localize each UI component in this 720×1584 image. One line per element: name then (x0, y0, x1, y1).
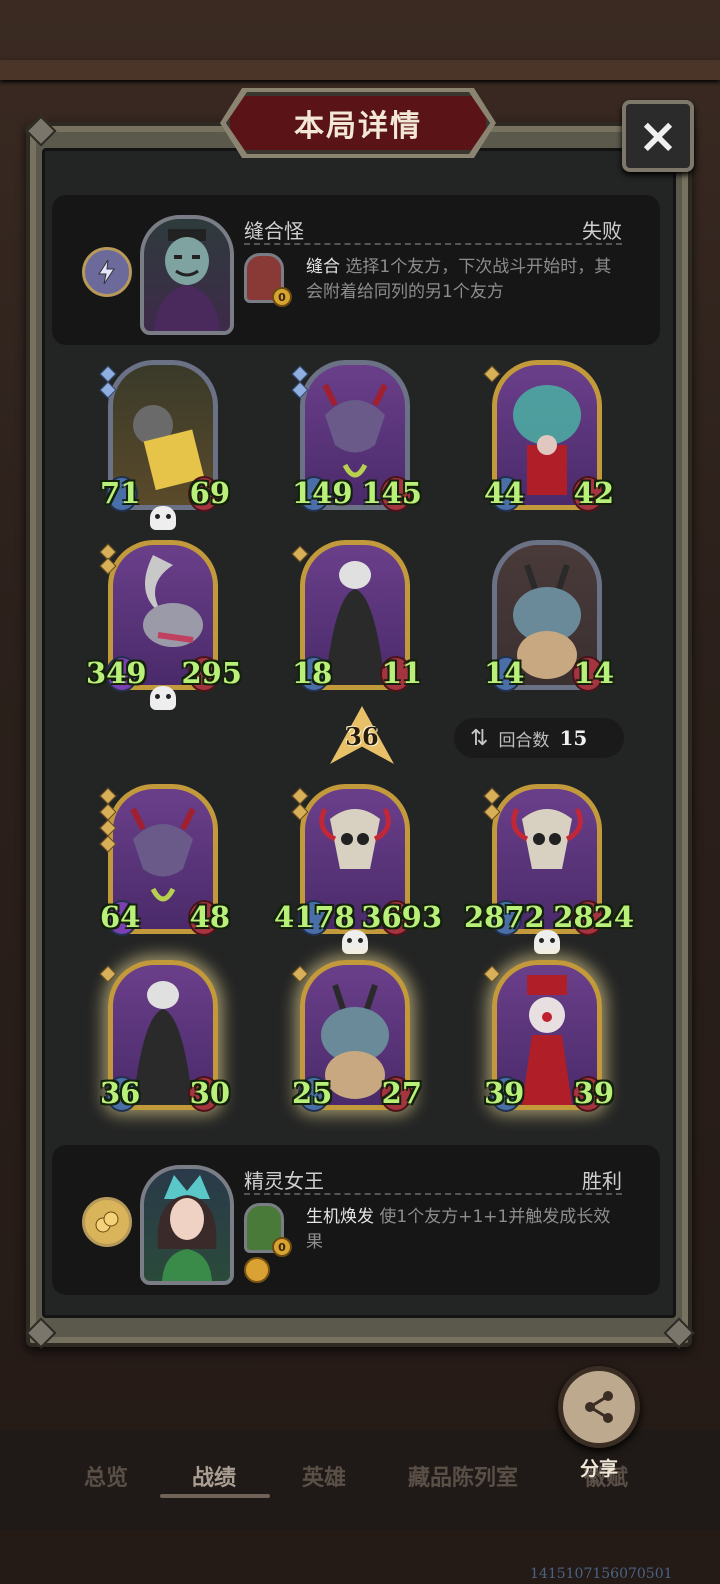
skill-name: 缝合 (306, 257, 340, 277)
card-attack: 36 (100, 1076, 141, 1110)
enemy-card[interactable]: 71 69 (99, 360, 230, 530)
card-health: 2824 (553, 900, 634, 934)
card-attack: 64 (100, 900, 141, 934)
skill-description: 生机焕发 使1个友方+1+1并触发成长效果 (306, 1205, 622, 1255)
player-hero-portrait[interactable] (140, 1165, 234, 1285)
divider (244, 1193, 622, 1195)
skull-icon (342, 930, 368, 954)
opponent-panel: 缝合怪 失败 0 缝合 选择1个友方，下次战斗开始时，其会附着给同列的另1个友方 (52, 195, 660, 345)
ally-card[interactable]: 4178 3693 (274, 784, 442, 954)
skill-cost-coin: 0 (272, 1237, 292, 1257)
refresh-icon: ⇅ (470, 725, 489, 751)
close-button[interactable]: × (622, 100, 694, 172)
enemy-card[interactable]: 18 11 (291, 540, 422, 696)
card-health: 48 (189, 900, 230, 934)
enemy-card[interactable]: 44 42 (483, 360, 614, 516)
enemy-card[interactable]: 149 145 (291, 360, 422, 516)
rank-badge-icon (82, 247, 132, 297)
skull-icon (150, 686, 176, 710)
player-name: 精灵女王 (244, 1169, 324, 1193)
card-health: 27 (381, 1076, 422, 1110)
nav-overview[interactable]: 总览 (84, 1460, 128, 1492)
turn-value: 15 (559, 726, 588, 750)
enemy-card[interactable]: 14 14 (484, 540, 614, 696)
card-health: 3693 (361, 900, 442, 934)
page-title: 本局详情 (294, 109, 422, 144)
card-health: 69 (189, 476, 230, 510)
footer-id: 1415107156070501 (530, 1566, 673, 1582)
card-health: 295 (181, 656, 242, 690)
card-attack: 18 (292, 656, 333, 690)
card-health: 42 (573, 476, 614, 510)
turn-label: 回合数 (498, 730, 550, 751)
skill-description: 缝合 选择1个友方，下次战斗开始时，其会附着给同列的另1个友方 (306, 255, 622, 305)
rank-badge-icon (82, 1197, 132, 1247)
card-health: 145 (361, 476, 422, 510)
card-attack: 14 (484, 656, 525, 690)
share-label: 分享 (579, 1458, 618, 1480)
nav-collection[interactable]: 藏品陈列室 (408, 1460, 518, 1492)
card-health: 39 (573, 1076, 614, 1110)
skill-name: 生机焕发 (306, 1207, 374, 1227)
skill-cost-coin: 0 (272, 287, 292, 307)
share-icon (585, 1391, 613, 1423)
card-attack: 2872 (464, 900, 545, 934)
trinket-icon[interactable] (244, 1257, 270, 1283)
nav-active-indicator (160, 1494, 270, 1498)
card-attack: 44 (484, 476, 525, 510)
tavern-level: 36 (345, 722, 379, 751)
close-icon: × (637, 108, 679, 164)
card-attack: 349 (86, 656, 147, 690)
skull-icon (534, 930, 560, 954)
ally-card[interactable]: 64 48 (99, 784, 230, 940)
nav-heroes[interactable]: 英雄 (302, 1460, 346, 1492)
card-health: 30 (189, 1076, 230, 1110)
ally-card[interactable]: 2872 2824 (464, 784, 634, 954)
card-attack: 71 (100, 476, 141, 510)
lightning-icon (98, 259, 115, 285)
coins-icon (95, 1211, 119, 1233)
opponent-result: 失败 (582, 219, 622, 243)
opponent-hero-portrait[interactable] (140, 215, 234, 335)
card-attack: 4178 (274, 900, 355, 934)
card-attack: 25 (292, 1076, 333, 1110)
divider (244, 243, 622, 245)
ally-card[interactable]: 25 27 (291, 960, 422, 1116)
card-health: 14 (573, 656, 614, 690)
turn-counter: ⇅ 回合数 15 (454, 718, 624, 758)
card-attack: 149 (292, 476, 353, 510)
card-health: 11 (381, 656, 422, 690)
player-panel: 精灵女王 胜利 0 生机焕发 使1个友方+1+1并触发成长效果 (52, 1145, 660, 1295)
opponent-name: 缝合怪 (244, 219, 304, 243)
share-button[interactable] (558, 1366, 640, 1448)
card-attack: 39 (484, 1076, 525, 1110)
skill-text: 选择1个友方，下次战斗开始时，其会附着给同列的另1个友方 (306, 257, 612, 302)
title-plate: 本局详情 (226, 92, 490, 154)
nav-record[interactable]: 战绩 (192, 1460, 236, 1492)
ally-card[interactable]: 39 39 (483, 960, 614, 1116)
ally-card[interactable]: 36 30 (99, 960, 230, 1116)
enemy-card[interactable]: 349 295 (86, 540, 242, 710)
player-result: 胜利 (582, 1169, 622, 1193)
skull-icon (150, 506, 176, 530)
